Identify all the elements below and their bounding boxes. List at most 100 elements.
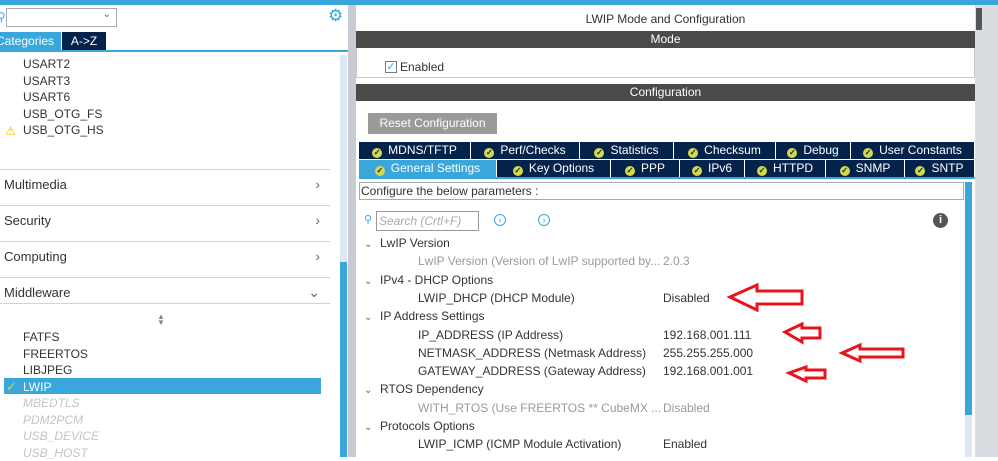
panel-splitter[interactable]	[348, 5, 356, 457]
tab-a-z[interactable]: A->Z	[62, 32, 106, 50]
chevron-right-icon: ›	[315, 176, 320, 192]
tab-perf-checks[interactable]: ✓ Perf/Checks	[471, 142, 580, 159]
configuration-header: Configuration	[356, 84, 975, 101]
search-placeholder: Search (Crtl+F)	[379, 214, 462, 228]
tab-checksum[interactable]: ✓ Checksum	[674, 142, 776, 159]
middleware-item[interactable]: LWIP	[23, 379, 51, 395]
search-combo[interactable]: ⌄	[6, 8, 117, 27]
middleware-item[interactable]: MBEDTLS	[23, 395, 80, 411]
info-icon[interactable]: i	[933, 213, 948, 228]
tab-label: Statistics	[610, 143, 659, 157]
tab-snmp[interactable]: ✓ SNMP	[826, 160, 905, 177]
arrow-ip	[781, 321, 822, 345]
tabs-underline	[359, 177, 975, 179]
tab-httpd[interactable]: ✓ HTTPD	[745, 160, 826, 177]
chevron-down-icon: ⌄	[364, 422, 373, 433]
tab-user-constants[interactable]: ✓ User Constants	[851, 142, 975, 159]
parameter-name[interactable]: NETMASK_ADDRESS (Netmask Address)	[418, 344, 646, 362]
sort-icon[interactable]: ▲ ▼	[157, 313, 165, 327]
middleware-item[interactable]: FATFS	[23, 329, 59, 345]
check-circle-icon: ✓	[691, 166, 702, 176]
parameter-name[interactable]: LwIP Version (Version of LwIP supported …	[418, 252, 660, 270]
parameter-value[interactable]: Enabled	[663, 435, 707, 453]
check-circle-icon: ✓	[512, 166, 523, 176]
parameter-name[interactable]: LWIP_DHCP (DHCP Module)	[418, 289, 575, 307]
category-separator	[0, 205, 330, 206]
tab-ipv6[interactable]: ✓ IPv6	[680, 160, 745, 177]
tab-label: Key Options	[528, 161, 595, 175]
tab-debug[interactable]: ✓ Debug	[776, 142, 851, 159]
category-middleware[interactable]: Middleware ⌄	[4, 284, 324, 303]
peripheral-item[interactable]: USART2	[23, 56, 70, 72]
previous-result-icon[interactable]: ‹	[494, 214, 506, 226]
section-header[interactable]: ⌄ LwIP Version	[364, 234, 450, 252]
gear-icon[interactable]: ⚙	[328, 7, 343, 25]
param-search-icon: ⚲	[364, 214, 373, 226]
section-title: Protocols Options	[380, 419, 475, 433]
category-separator	[0, 303, 330, 304]
tab-general-settings[interactable]: ✓ General Settings	[359, 160, 497, 177]
parameter-value[interactable]: Disabled	[663, 289, 710, 307]
annotation-arrows	[726, 282, 905, 384]
section-title: LwIP Version	[380, 236, 450, 250]
left-scrollbar-thumb[interactable]	[340, 262, 347, 457]
category-separator	[0, 277, 330, 278]
section-header[interactable]: ⌄ Protocols Options	[364, 417, 475, 435]
tab-key-options[interactable]: ✓ Key Options	[497, 160, 611, 177]
check-circle-icon: ✓	[787, 148, 798, 158]
section-header[interactable]: ⌄ IP Address Settings	[364, 307, 485, 325]
next-result-icon[interactable]: ›	[538, 214, 550, 226]
parameter-name[interactable]: WITH_RTOS (Use FREERTOS ** CubeMX ...	[418, 399, 661, 417]
param-search-input[interactable]: Search (Crtl+F)	[376, 211, 479, 231]
category-separator	[0, 169, 330, 170]
peripheral-item[interactable]: USB_OTG_FS	[23, 106, 102, 122]
reset-configuration-button[interactable]: Reset Configuration	[368, 113, 497, 134]
middleware-item[interactable]: FREERTOS	[23, 346, 88, 362]
tab-statistics[interactable]: ✓ Statistics	[580, 142, 674, 159]
check-circle-icon: ✓	[374, 166, 385, 176]
arrow-netmask	[838, 342, 905, 364]
middleware-item[interactable]: PDM2PCM	[23, 412, 83, 428]
parameter-name[interactable]: LWIP_ICMP (ICMP Module Activation)	[418, 435, 621, 453]
parameter-name[interactable]: IP_ADDRESS (IP Address)	[418, 326, 563, 344]
tab-label: Categories	[0, 34, 55, 48]
right-edge-scrollbar[interactable]	[975, 5, 998, 457]
check-circle-icon: ✓	[688, 148, 699, 158]
check-circle-icon: ✓	[594, 148, 605, 158]
tab-mdns-tftp[interactable]: ✓ MDNS/TFTP	[359, 142, 471, 159]
config-scrollbar-thumb[interactable]	[965, 182, 972, 415]
middleware-item[interactable]: USB_HOST	[23, 445, 88, 461]
arrow-dhcp	[726, 282, 804, 313]
check-circle-icon: ✓	[484, 148, 495, 158]
peripheral-item[interactable]: USART3	[23, 73, 70, 89]
section-header[interactable]: ⌄ IPv4 - DHCP Options	[364, 271, 493, 289]
mode-header: Mode	[356, 31, 975, 48]
tab-sntp[interactable]: ✓ SNTP	[905, 160, 975, 177]
chevron-right-icon: ›	[315, 212, 320, 228]
category-label: Middleware	[4, 285, 71, 300]
tab-categories[interactable]: Categories	[0, 32, 61, 50]
peripheral-item[interactable]: USART6	[23, 89, 70, 105]
middleware-item[interactable]: USB_DEVICE	[23, 428, 99, 444]
tab-label: A->Z	[70, 34, 98, 48]
middleware-item[interactable]: LIBJPEG	[23, 362, 72, 378]
section-header[interactable]: ⌄ RTOS Dependency	[364, 380, 484, 398]
parameter-name[interactable]: GATEWAY_ADDRESS (Gateway Address)	[418, 362, 646, 380]
check-icon: ✓	[6, 378, 17, 394]
category-multimedia[interactable]: Multimedia ›	[4, 176, 324, 195]
chevron-down-icon: ⌄	[364, 385, 373, 397]
section-title: IPv4 - DHCP Options	[380, 272, 494, 287]
peripheral-item[interactable]: USB_OTG_HS	[23, 122, 104, 138]
tab-underline	[0, 50, 348, 52]
tab-ppp[interactable]: ✓ PPP	[611, 160, 680, 177]
tab-label: User Constants	[879, 143, 962, 157]
category-computing[interactable]: Computing ›	[4, 248, 324, 267]
section-title: RTOS Dependency	[380, 382, 484, 397]
warning-icon: ⚠	[5, 124, 16, 138]
collapse-handle[interactable]	[976, 8, 982, 30]
parameter-value[interactable]: Disabled	[663, 399, 710, 417]
category-security[interactable]: Security ›	[4, 212, 324, 231]
parameter-value[interactable]: 2.0.3	[663, 252, 690, 270]
tab-label: MDNS/TFTP	[388, 143, 457, 157]
section-title: IP Address Settings	[380, 309, 485, 324]
